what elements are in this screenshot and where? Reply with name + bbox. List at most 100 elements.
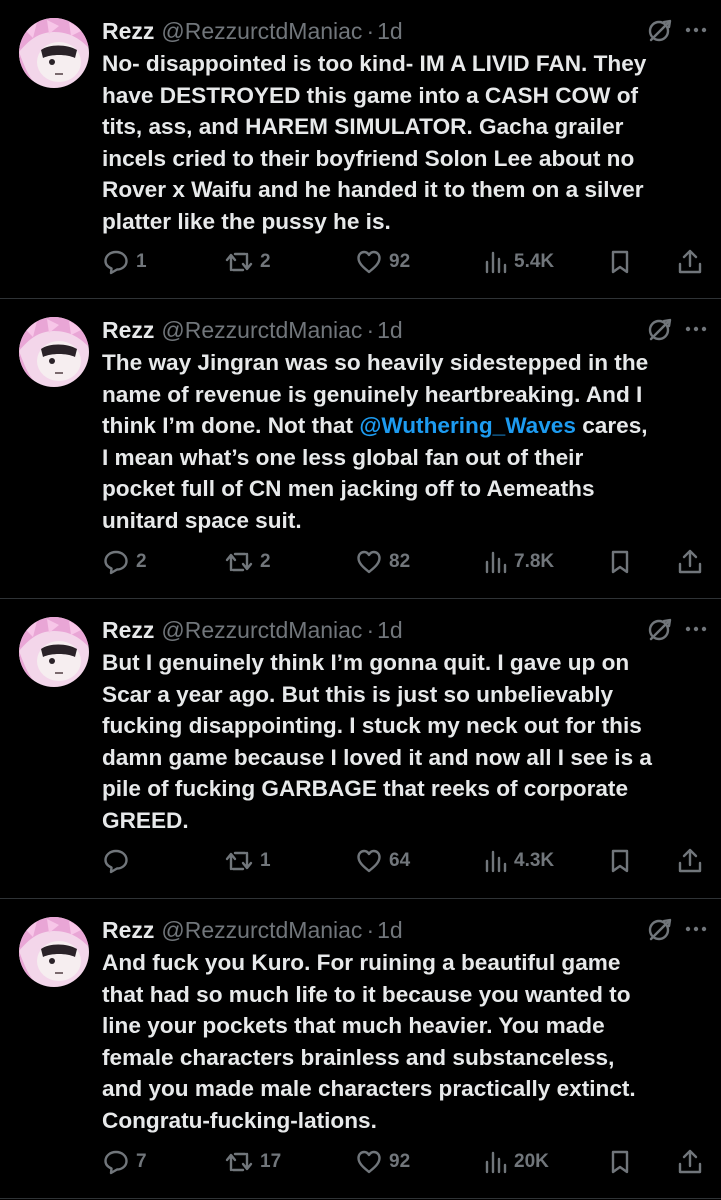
text-segment: pile of fucking GARBAGE that reeks of co…	[102, 776, 629, 801]
bookmark-button[interactable]	[607, 1146, 633, 1178]
share-button[interactable]	[676, 1146, 704, 1178]
bookmark-button[interactable]	[607, 246, 633, 278]
user-handle[interactable]: @RezzurctdManiac	[161, 617, 362, 644]
tweet-text-line: The way Jingran was so heavily sidestepp…	[102, 347, 702, 379]
action-bar: 1 2 92 5.4K	[102, 246, 704, 278]
text-segment: Congratu-fucking-lations.	[102, 1107, 377, 1133]
reply-button[interactable]: 1	[102, 246, 147, 278]
text-segment: damn game because I loved it and now all…	[102, 744, 652, 770]
user-handle[interactable]: @RezzurctdManiac	[161, 917, 362, 944]
avatar[interactable]	[19, 917, 89, 987]
text-segment: incels cried to their boyfriend Solon Le…	[102, 145, 635, 171]
more-icon[interactable]	[681, 914, 711, 944]
tweet[interactable]: Rezz @RezzurctdManiac · 1d No- disappoin…	[0, 0, 721, 299]
like-button[interactable]: 92	[355, 1146, 410, 1178]
bookmark-icon	[607, 847, 633, 875]
timestamp[interactable]: 1d	[377, 317, 403, 344]
text-segment: tits, ass, and HAREM SIMULATOR. Gacha gr…	[102, 114, 624, 139]
heart-icon	[355, 548, 383, 576]
heart-icon	[355, 847, 383, 875]
views-button[interactable]: 5.4K	[482, 246, 554, 278]
views-button[interactable]: 4.3K	[482, 845, 554, 877]
grok-icon[interactable]	[647, 917, 673, 943]
like-count: 92	[389, 251, 411, 272]
text-segment: unitard space suit.	[102, 507, 302, 533]
tweet[interactable]: Rezz @RezzurctdManiac · 1d The way Jingr…	[0, 299, 721, 599]
tweet-text-line: tits, ass, and HAREM SIMULATOR. Gacha gr…	[102, 111, 702, 143]
reply-button[interactable]	[102, 845, 136, 877]
tweet-text-line: female characters brainless and substanc…	[102, 1042, 702, 1074]
bookmark-button[interactable]	[607, 845, 633, 877]
tweet-text: But I genuinely think I’m gonna quit. I …	[102, 647, 702, 836]
timestamp[interactable]: 1d	[377, 18, 403, 45]
text-segment: line your pockets that much heavier. You…	[102, 1013, 605, 1038]
more-icon[interactable]	[681, 614, 711, 644]
user-handle[interactable]: @RezzurctdManiac	[161, 18, 362, 45]
tweet[interactable]: Rezz @RezzurctdManiac · 1d And fuck you …	[0, 899, 721, 1199]
display-name[interactable]: Rezz	[102, 617, 154, 644]
reply-button[interactable]: 2	[102, 546, 147, 578]
tweet-header: Rezz @RezzurctdManiac · 1d	[102, 913, 702, 947]
more-icon[interactable]	[681, 15, 711, 45]
tweet-text-line: and you made male characters practically…	[102, 1073, 702, 1105]
share-icon	[676, 847, 704, 875]
like-button[interactable]: 64	[355, 845, 410, 877]
share-button[interactable]	[676, 845, 704, 877]
views-button[interactable]: 7.8K	[482, 546, 554, 578]
tweet-header: Rezz @RezzurctdManiac · 1d	[102, 313, 702, 347]
text-segment: GREED.	[102, 807, 189, 833]
text-segment: pocket full of CN men jacking off to Aem…	[102, 476, 595, 501]
share-button[interactable]	[676, 246, 704, 278]
tweet[interactable]: Rezz @RezzurctdManiac · 1d But I genuine…	[0, 599, 721, 899]
retweet-button[interactable]: 17	[224, 1146, 281, 1178]
text-segment: And fuck you Kuro. For ruining a beautif…	[102, 950, 621, 975]
grok-icon[interactable]	[647, 317, 673, 343]
like-count: 92	[389, 1151, 411, 1172]
like-count: 82	[389, 551, 411, 572]
more-icon[interactable]	[681, 314, 711, 344]
tweet-text-line: Rover x Waifu and he handed it to them o…	[102, 174, 702, 206]
tweet-text-line: think I’m done. Not that @Wuthering_Wave…	[102, 410, 702, 442]
tweet-text-line: Congratu-fucking-lations.	[102, 1105, 702, 1137]
reply-icon	[102, 1148, 130, 1176]
text-segment: Scar a year ago. But this is just so unb…	[102, 681, 614, 707]
bookmark-icon	[607, 248, 633, 276]
grok-icon[interactable]	[647, 18, 673, 44]
avatar[interactable]	[19, 317, 89, 387]
tweet-text-line: Scar a year ago. But this is just so unb…	[102, 679, 702, 711]
retweet-count: 1	[260, 850, 271, 871]
like-button[interactable]: 82	[355, 546, 410, 578]
grok-icon[interactable]	[647, 617, 673, 643]
views-icon	[482, 1148, 508, 1176]
timestamp[interactable]: 1d	[377, 917, 403, 944]
heart-icon	[355, 1148, 383, 1176]
timestamp[interactable]: 1d	[377, 617, 403, 644]
like-button[interactable]: 92	[355, 246, 410, 278]
mention-link[interactable]: @Wuthering_Waves	[359, 413, 576, 438]
share-icon	[676, 1148, 704, 1176]
reply-button[interactable]: 7	[102, 1146, 147, 1178]
share-button[interactable]	[676, 546, 704, 578]
views-button[interactable]: 20K	[482, 1146, 549, 1178]
tweet-header: Rezz @RezzurctdManiac · 1d	[102, 613, 702, 647]
tweet-text-line: damn game because I loved it and now all…	[102, 742, 702, 774]
separator-dot: ·	[366, 17, 375, 44]
text-segment: The way Jingran was so heavily sidestepp…	[102, 350, 649, 375]
display-name[interactable]: Rezz	[102, 317, 154, 344]
retweet-button[interactable]: 2	[224, 546, 271, 578]
bookmark-button[interactable]	[607, 546, 633, 578]
tweet-text: No- disappointed is too kind- IM A LIVID…	[102, 48, 702, 237]
avatar[interactable]	[19, 18, 89, 88]
view-count: 4.3K	[514, 850, 555, 871]
user-handle[interactable]: @RezzurctdManiac	[161, 317, 362, 344]
display-name[interactable]: Rezz	[102, 18, 154, 45]
display-name[interactable]: Rezz	[102, 917, 154, 944]
retweet-button[interactable]: 1	[224, 845, 271, 877]
retweet-button[interactable]: 2	[224, 246, 271, 278]
reply-icon	[102, 548, 130, 576]
retweet-count: 2	[260, 551, 271, 572]
tweet-text-line: platter like the pussy he is.	[102, 206, 702, 238]
retweet-icon	[224, 1148, 254, 1176]
text-segment: cares,	[575, 413, 648, 438]
avatar[interactable]	[19, 617, 89, 687]
